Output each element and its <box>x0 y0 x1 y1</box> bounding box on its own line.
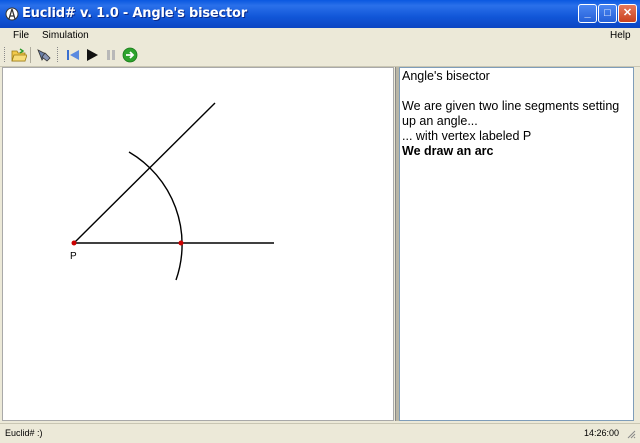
maximize-button[interactable]: □ <box>598 4 617 23</box>
vertex-label: P <box>70 251 77 262</box>
next-button[interactable] <box>121 47 138 63</box>
pause-icon <box>106 50 115 60</box>
arc <box>128 151 183 281</box>
panel-line: up an angle... <box>402 114 478 128</box>
play-icon <box>86 49 98 61</box>
settings-button[interactable] <box>35 47 52 63</box>
step-back-icon <box>66 50 79 60</box>
angle-segment <box>73 102 216 244</box>
play-button[interactable] <box>83 47 100 63</box>
toolbar-grip[interactable] <box>4 47 7 62</box>
arc-intersection-point[interactable] <box>178 240 184 246</box>
step-back-button[interactable] <box>64 47 81 63</box>
close-button[interactable]: ✕ <box>618 4 637 23</box>
menu-simulation[interactable]: Simulation <box>42 30 89 41</box>
toolbar-grip[interactable] <box>57 47 60 62</box>
title-bar: Euclid# v. 1.0 - Angle's bisector _ □ ✕ <box>0 0 640 28</box>
panel-title: Angle's bisector <box>402 69 490 83</box>
toolbar-separator <box>30 47 31 63</box>
status-text: Euclid# :) <box>5 428 43 438</box>
menu-help[interactable]: Help <box>610 30 631 41</box>
current-step-text: We draw an arc <box>402 144 494 158</box>
status-clock: 14:26:00 <box>584 428 620 438</box>
resize-grip-icon[interactable] <box>626 429 636 439</box>
menu-file[interactable]: File <box>13 30 29 41</box>
status-bar: Euclid# :) 14:26:00 <box>0 423 640 443</box>
construction-figure: P <box>70 102 274 281</box>
drawing-canvas[interactable]: P <box>2 67 394 421</box>
settings-icon <box>36 49 51 62</box>
panel-line: We are given two line segments setting <box>402 99 620 113</box>
minimize-button[interactable]: _ <box>578 4 597 23</box>
compass-icon <box>5 7 19 21</box>
window-title: Euclid# v. 1.0 - Angle's bisector <box>22 6 247 21</box>
open-folder-icon <box>10 48 27 62</box>
vertex-point[interactable] <box>71 240 77 246</box>
pause-button[interactable] <box>102 47 119 63</box>
description-panel: Angle's bisector We are given two line s… <box>399 67 634 421</box>
open-folder-button[interactable] <box>10 47 27 63</box>
toolbar <box>0 44 640 67</box>
panel-line: ... with vertex labeled P <box>402 129 532 143</box>
next-icon <box>122 47 137 63</box>
menu-bar: File Simulation Help <box>0 28 640 44</box>
